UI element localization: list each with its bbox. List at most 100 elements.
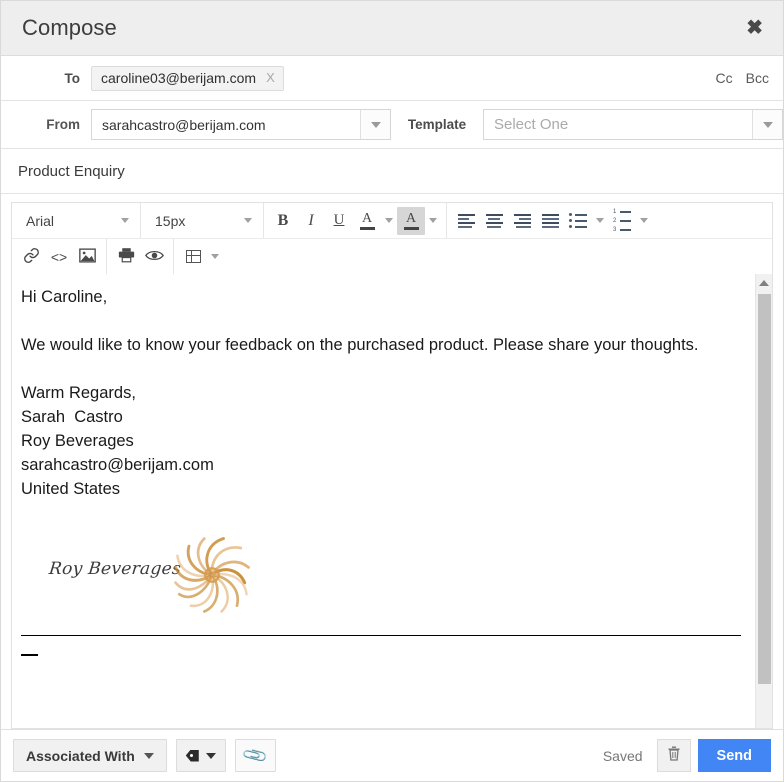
- highlight-color-letter: A: [405, 210, 417, 226]
- toolbar-row-2: <>: [12, 239, 772, 274]
- swirl-logo-icon: [174, 537, 250, 613]
- font-family-value: Arial: [26, 212, 55, 229]
- body-scrollbar[interactable]: [755, 274, 772, 728]
- alignment-group: 1 2 3: [447, 203, 657, 238]
- from-dropdown-icon[interactable]: [360, 110, 390, 139]
- message-body-input[interactable]: Hi Caroline, We would like to know your …: [12, 274, 755, 728]
- text-color-swatch: [359, 226, 375, 230]
- send-label: Send: [716, 747, 752, 764]
- font-family-select[interactable]: Arial: [17, 207, 135, 235]
- text-color-button[interactable]: A: [353, 207, 381, 235]
- trash-icon: [667, 745, 681, 766]
- insert-table-button[interactable]: [179, 243, 207, 271]
- recipient-chip[interactable]: caroline03@berijam.com X: [91, 65, 284, 91]
- body-spacer-2: [21, 357, 741, 381]
- eye-icon: [144, 249, 164, 265]
- highlight-color-dropdown-icon[interactable]: [425, 207, 441, 235]
- scrollbar-thumb[interactable]: [758, 294, 771, 684]
- insert-group: <>: [12, 239, 107, 274]
- to-row: To caroline03@berijam.com X Cc Bcc: [1, 56, 783, 101]
- paperclip-icon: 📎: [240, 741, 270, 769]
- template-label: Template: [407, 117, 467, 132]
- save-status: Saved: [602, 747, 643, 764]
- chevron-down-icon: [121, 218, 129, 223]
- highlight-color-swatch: [403, 226, 419, 230]
- insert-image-button[interactable]: [73, 243, 101, 271]
- link-button[interactable]: [17, 243, 45, 271]
- editor-toolbar: Arial 15px B I U A A 1 2 3 <>: [11, 202, 773, 274]
- bullet-list-icon: [569, 213, 587, 228]
- close-icon[interactable]: ✖: [742, 16, 767, 40]
- page-title: Compose: [22, 15, 117, 40]
- link-icon: [23, 247, 40, 267]
- tag-button[interactable]: [175, 739, 226, 772]
- text-color-dropdown-icon[interactable]: [381, 207, 397, 235]
- print-button[interactable]: [112, 243, 140, 271]
- text-style-group: B I U A A: [264, 203, 447, 238]
- preview-button[interactable]: [140, 243, 168, 271]
- bullet-list-dropdown-icon[interactable]: [592, 207, 608, 235]
- from-select[interactable]: sarahcastro@berijam.com: [91, 109, 391, 140]
- scroll-up-icon[interactable]: [756, 274, 772, 291]
- cc-bcc-group: Cc Bcc: [716, 70, 769, 86]
- font-size-select[interactable]: 15px: [146, 207, 258, 235]
- font-size-group: 15px: [141, 203, 264, 238]
- cc-link[interactable]: Cc: [716, 70, 733, 86]
- align-justify-icon: [541, 213, 559, 228]
- source-code-button[interactable]: <>: [45, 243, 73, 271]
- attach-button[interactable]: 📎: [234, 739, 276, 772]
- bullet-list-button[interactable]: [564, 207, 592, 235]
- compose-header: Compose ✖: [1, 1, 783, 56]
- remove-recipient-icon[interactable]: X: [266, 71, 275, 84]
- align-left-button[interactable]: [452, 207, 480, 235]
- template-value: Select One: [494, 116, 569, 133]
- tag-icon: [185, 749, 199, 762]
- send-button[interactable]: Send: [697, 739, 771, 772]
- associated-with-button[interactable]: Associated With: [13, 739, 167, 772]
- numbered-list-button[interactable]: 1 2 3: [608, 207, 636, 235]
- table-dropdown-icon[interactable]: [207, 243, 223, 271]
- delete-draft-button[interactable]: [656, 739, 691, 772]
- align-right-icon: [513, 213, 531, 228]
- bold-button[interactable]: B: [269, 207, 297, 235]
- from-row: From sarahcastro@berijam.com Template Se…: [1, 101, 783, 149]
- underline-icon: U: [333, 212, 345, 228]
- code-icon: <>: [50, 248, 68, 265]
- compose-footer: Associated With 📎 Saved Send: [1, 729, 783, 781]
- print-icon: [118, 247, 135, 266]
- bcc-link[interactable]: Bcc: [746, 70, 769, 86]
- chevron-down-icon: [244, 218, 252, 223]
- align-justify-button[interactable]: [536, 207, 564, 235]
- associated-with-label: Associated With: [26, 747, 135, 764]
- from-label: From: [46, 117, 80, 132]
- align-right-button[interactable]: [508, 207, 536, 235]
- align-left-icon: [457, 213, 475, 228]
- italic-icon: I: [308, 211, 314, 229]
- chevron-down-icon: [205, 752, 216, 759]
- from-value: sarahcastro@berijam.com: [102, 116, 266, 133]
- template-select[interactable]: Select One: [483, 109, 783, 140]
- table-icon: [185, 250, 201, 263]
- italic-button[interactable]: I: [297, 207, 325, 235]
- numbered-list-icon: 1 2 3: [613, 209, 631, 233]
- recipient-email: caroline03@berijam.com: [101, 69, 257, 86]
- highlight-color-icon: A: [403, 210, 419, 230]
- image-icon: [78, 247, 96, 266]
- chevron-down-icon: [143, 752, 154, 759]
- highlight-color-button[interactable]: A: [397, 206, 425, 235]
- subject-input[interactable]: Product Enquiry: [1, 149, 783, 194]
- font-size-value: 15px: [155, 212, 186, 229]
- bold-icon: B: [277, 211, 289, 229]
- table-group: [174, 239, 228, 274]
- signature-logo: Roy Beverages: [21, 521, 741, 621]
- logo-text: Roy Beverages: [47, 559, 183, 579]
- signature-divider: [21, 635, 741, 636]
- body-paragraph: We would like to know your feedback on t…: [21, 336, 699, 354]
- underline-button[interactable]: U: [325, 207, 353, 235]
- numbered-list-dropdown-icon[interactable]: [636, 207, 652, 235]
- output-group: [107, 239, 174, 274]
- template-dropdown-icon[interactable]: [752, 110, 782, 139]
- text-color-icon: A: [359, 211, 375, 230]
- align-center-button[interactable]: [480, 207, 508, 235]
